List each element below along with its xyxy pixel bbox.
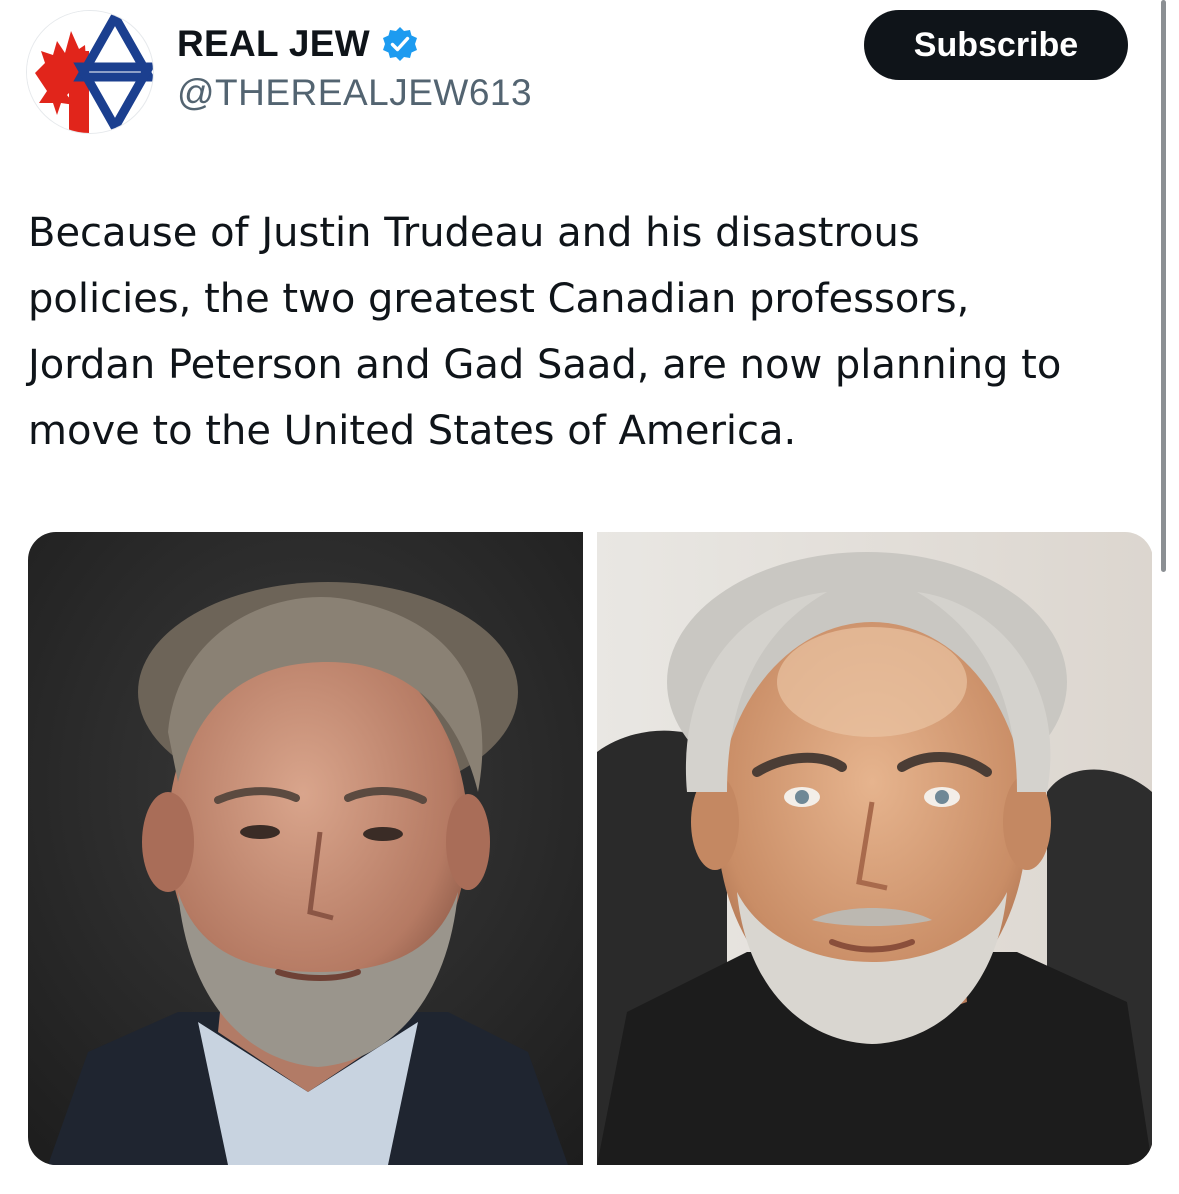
author-name-row[interactable]: REAL JEW xyxy=(177,20,418,68)
tweet-card: REAL JEW @THEREALJEW613 Subscribe Becaus… xyxy=(0,0,1179,1194)
author-handle[interactable]: @THEREALJEW613 xyxy=(177,72,532,114)
tweet-text-line: move to the United States of America. xyxy=(28,408,797,454)
portrait-image xyxy=(597,532,1152,1165)
tweet-media-grid xyxy=(28,532,1153,1165)
tweet-text: Because of Justin Trudeau and his disast… xyxy=(28,200,1153,464)
author-display-name[interactable]: REAL JEW xyxy=(177,23,370,65)
verified-badge-icon xyxy=(382,27,417,61)
media-photo-left[interactable] xyxy=(28,532,583,1165)
author-avatar[interactable] xyxy=(26,10,154,134)
tweet-text-line: Jordan Peterson and Gad Saad, are now pl… xyxy=(28,342,1062,388)
tweet-text-line: Because of Justin Trudeau and his disast… xyxy=(28,210,920,256)
subscribe-button[interactable]: Subscribe xyxy=(864,10,1128,80)
media-photo-right[interactable] xyxy=(597,532,1152,1165)
scrollbar[interactable] xyxy=(1161,0,1166,572)
portrait-image xyxy=(28,532,583,1165)
tweet-text-line: policies, the two greatest Canadian prof… xyxy=(28,276,970,322)
canada-israel-flag-icon xyxy=(27,11,153,133)
